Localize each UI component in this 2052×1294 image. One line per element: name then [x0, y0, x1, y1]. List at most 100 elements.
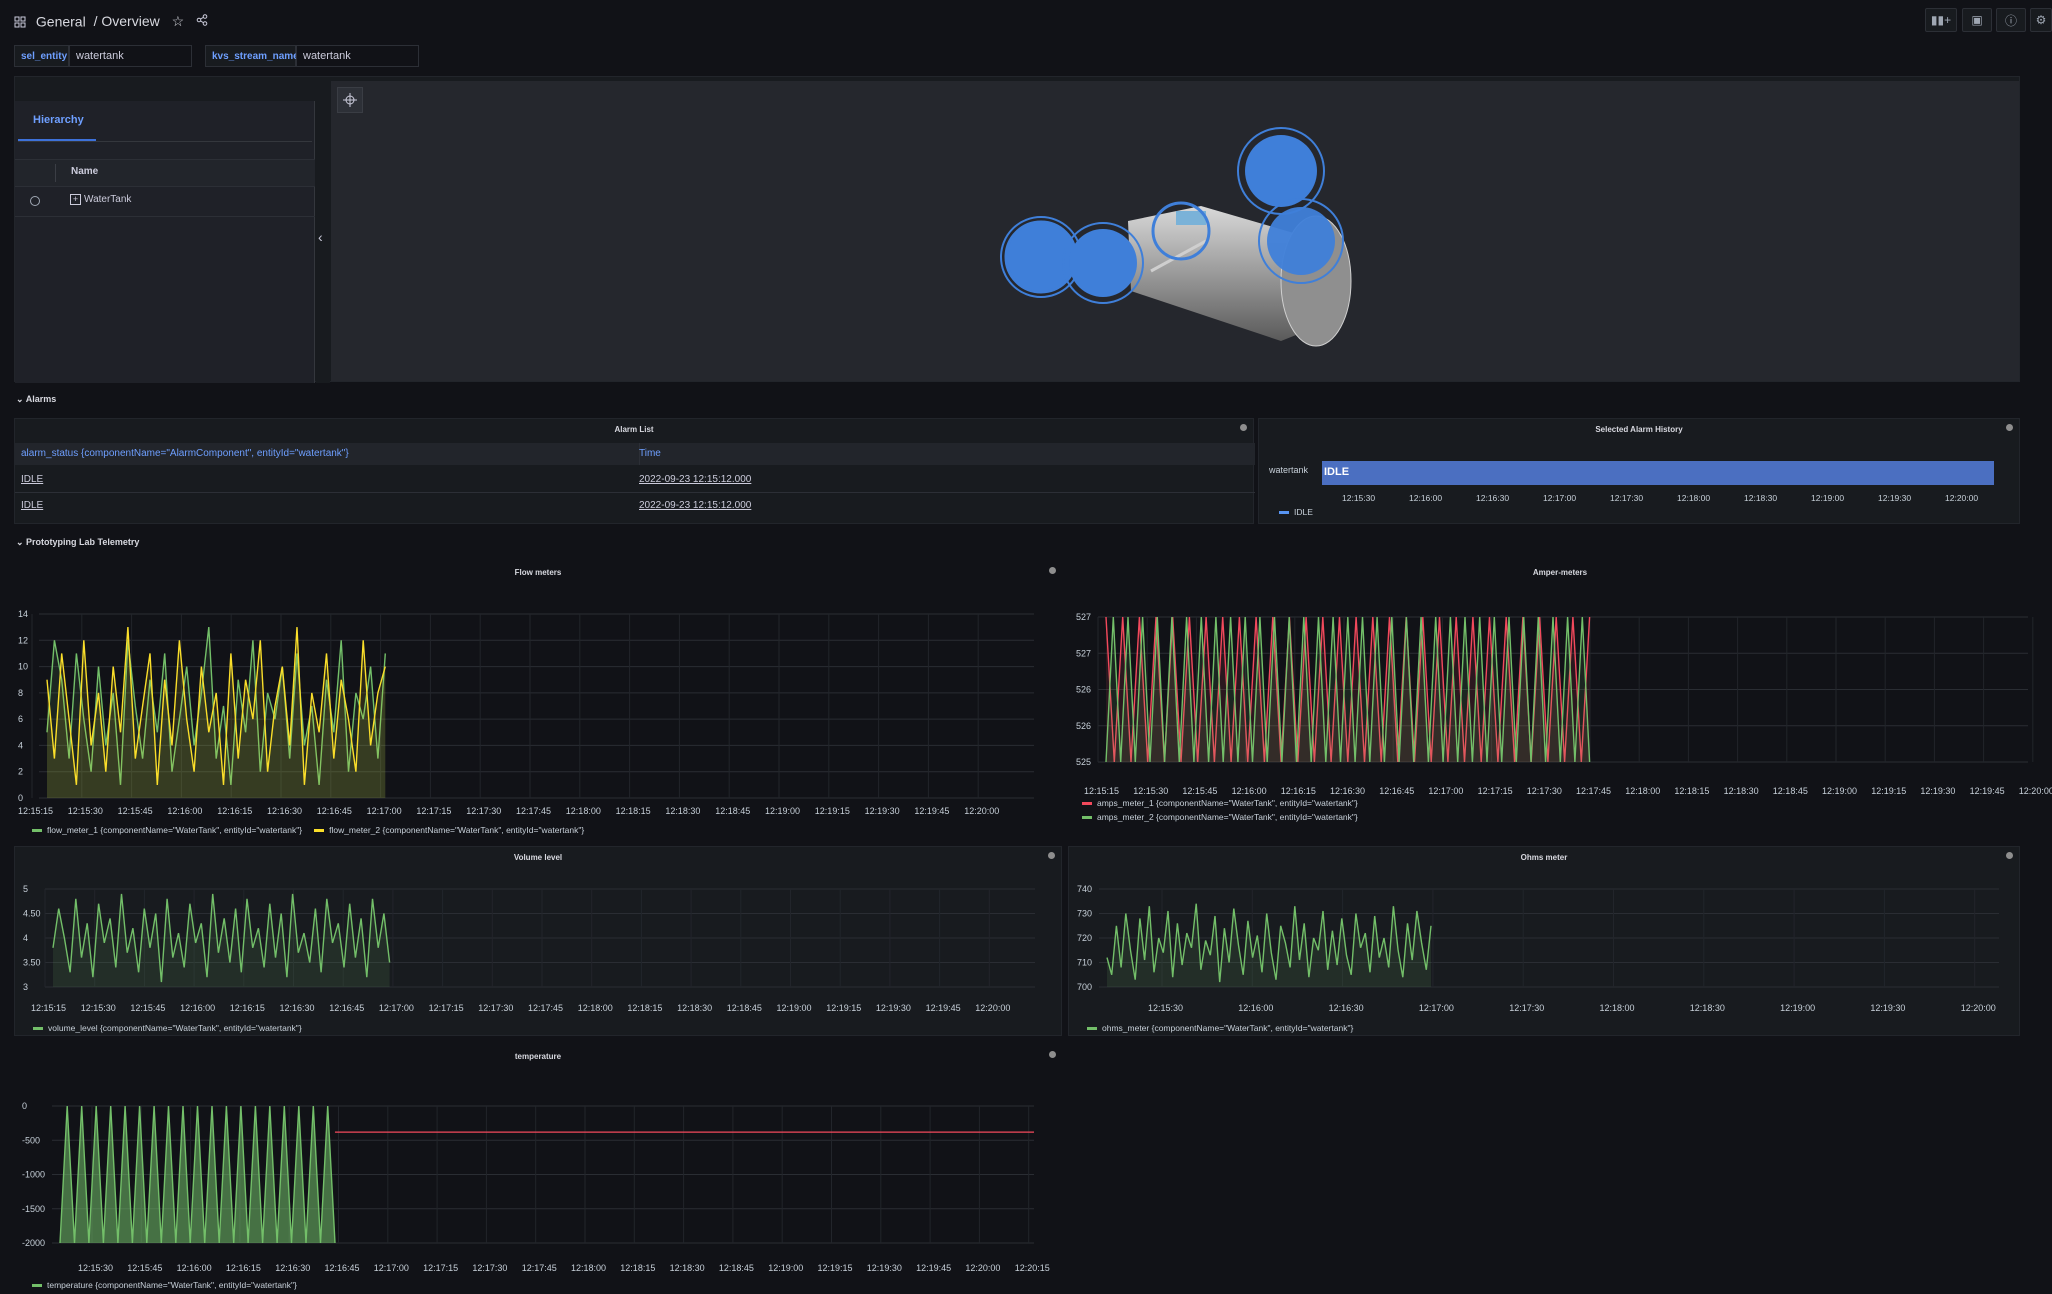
y-tick-label: 8 [18, 688, 23, 698]
add-panel-icon[interactable]: ▮▮+ [1925, 8, 1957, 32]
x-tick-label: 12:18:30 [677, 1003, 712, 1013]
legend-item[interactable]: amps_meter_2 {componentName="WaterTank",… [1082, 812, 2040, 822]
x-tick-label: 12:16:45 [317, 806, 352, 816]
hierarchy-header-row: Name [15, 159, 315, 187]
sel-entity-input[interactable]: watertank [69, 45, 192, 67]
legend-swatch [32, 1284, 42, 1288]
flow-meters-chart[interactable]: 0 2 4 6 8 10 12 14 12:15:15 12:15:30 12:15:45 12:16… [14, 562, 1062, 817]
x-tick-label: 12:15:30 [68, 806, 103, 816]
select-radio[interactable] [30, 196, 40, 206]
scene-viewport[interactable] [331, 81, 2019, 381]
save-icon[interactable]: ▣ [1962, 8, 1992, 32]
y-tick-label: 730 [1077, 909, 1092, 919]
panel-menu-icon[interactable] [1240, 424, 1247, 431]
x-tick-label: 12:15:15 [18, 806, 53, 816]
amper-meters-panel: Amper-meters 525 526 526 527 527 12:15:15 12:1… [1068, 562, 2052, 840]
legend-swatch [1082, 802, 1092, 806]
volume-level-panel: Volume level 3 3.50 4 4.50 5 12:15:15 12:15:30… [14, 846, 1062, 1036]
x-tick-label: 12:15:15 [1084, 786, 1119, 796]
y-tick-label: 4.50 [23, 909, 41, 919]
alarm-status-link[interactable]: IDLE [21, 474, 43, 485]
alarm-time-link[interactable]: 2022-09-23 12:15:12.000 [639, 500, 751, 511]
x-tick-label: 12:15:30 [78, 1263, 113, 1273]
x-tick-label: 12:17:00 [367, 806, 402, 816]
x-tick-label: 12:18:45 [1773, 786, 1808, 796]
alarm-table-header: alarm_status {componentName="AlarmCompon… [15, 443, 1255, 465]
ohms-meter-panel: Ohms meter 700 710 720 730 740 12:15:30 12:16:… [1068, 846, 2020, 1036]
star-icon[interactable]: ☆ [172, 13, 185, 29]
state-timeline-bar[interactable]: IDLE [1322, 461, 1994, 485]
tab-hierarchy[interactable]: Hierarchy [18, 101, 96, 141]
ohms-meter-chart[interactable]: 700 710 720 730 740 12:15:30 12:16:00 12:16:30 1… [1069, 847, 2021, 1017]
y-tick-label: 527 [1076, 648, 1091, 658]
x-tick-label: 12:20:00 [1961, 1003, 1996, 1013]
name-column-header: Name [71, 166, 99, 177]
y-tick-label: 740 [1077, 884, 1092, 894]
x-tick-label: 12:16:15 [1281, 786, 1316, 796]
y-tick-label: 4 [18, 740, 23, 750]
legend-item[interactable]: temperature {componentName="WaterTank", … [32, 1280, 297, 1290]
x-tick-label: 12:17:00 [1543, 493, 1577, 503]
hierarchy-pane: Hierarchy Name + WaterTank [15, 101, 315, 383]
y-tick-label: -500 [22, 1135, 40, 1145]
x-tick-label: 12:20:00 [975, 1003, 1010, 1013]
legend-item[interactable]: volume_level {componentName="WaterTank",… [33, 1023, 302, 1033]
y-tick-label: 4 [23, 933, 28, 943]
gear-icon[interactable]: ⚙ [2030, 8, 2052, 32]
alarm-status-link[interactable]: IDLE [21, 500, 43, 511]
legend-item[interactable]: ohms_meter {componentName="WaterTank", e… [1087, 1023, 1353, 1033]
volume-level-chart[interactable]: 3 3.50 4 4.50 5 12:15:15 12:15:30 12:15:45 12:16… [15, 847, 1063, 1017]
x-tick-label: 12:19:45 [1970, 786, 2005, 796]
x-tick-label: 12:16:45 [325, 1263, 360, 1273]
alarm-time-link[interactable]: 2022-09-23 12:15:12.000 [639, 474, 751, 485]
column-header-time[interactable]: Time [639, 448, 661, 459]
x-tick-label: 12:16:45 [329, 1003, 364, 1013]
kvs-stream-name-input[interactable]: watertank [296, 45, 419, 67]
x-tick-label: 12:17:15 [429, 1003, 464, 1013]
y-tick-label: 720 [1077, 933, 1092, 943]
column-header-alarm-status[interactable]: alarm_status {componentName="AlarmCompon… [21, 448, 349, 459]
x-tick-label: 12:19:45 [914, 806, 949, 816]
x-tick-label: 12:18:00 [1600, 1003, 1635, 1013]
legend-item[interactable]: IDLE [1279, 507, 1313, 517]
x-tick-label: 12:16:00 [180, 1003, 215, 1013]
x-tick-label: 12:18:00 [571, 1263, 606, 1273]
collapse-handle[interactable]: ‹ [316, 101, 330, 383]
y-tick-label: -1500 [22, 1204, 45, 1214]
row-toggle-alarms[interactable]: ⌄ Alarms [16, 394, 56, 405]
breadcrumb-folder[interactable]: General [36, 13, 86, 29]
hierarchy-row[interactable]: + WaterTank [15, 186, 315, 217]
share-icon[interactable] [196, 13, 208, 29]
y-tick-label: 2 [18, 767, 23, 777]
series-fill [47, 627, 386, 798]
legend-item[interactable]: flow_meter_1 {componentName="WaterTank",… [32, 825, 302, 835]
legend-label: temperature {componentName="WaterTank", … [47, 1280, 297, 1290]
state-timeline-x-axis: 12:15:30 12:16:00 12:16:30 12:17:00 12:17:30… [1322, 493, 1994, 505]
row-toggle-telemetry[interactable]: ⌄ Prototyping Lab Telemetry [16, 537, 139, 548]
x-tick-label: 12:16:00 [1232, 786, 1267, 796]
legend-item[interactable]: amps_meter_1 {componentName="WaterTank",… [1082, 798, 2040, 808]
x-tick-label: 12:18:45 [719, 1263, 754, 1273]
x-tick-label: 12:19:00 [765, 806, 800, 816]
x-tick-label: 12:17:45 [1576, 786, 1611, 796]
expand-icon[interactable]: + [70, 194, 81, 205]
temperature-chart[interactable]: -2000 -1500 -1000 -500 0 12:15:30 12:15:45 12:1… [14, 1046, 1062, 1274]
x-tick-label: 12:19:15 [818, 1263, 853, 1273]
x-tick-label: 12:16:15 [217, 806, 252, 816]
info-icon[interactable]: ⓘ [1996, 8, 2026, 32]
panel-menu-icon[interactable] [2006, 424, 2013, 431]
x-tick-label: 12:18:45 [715, 806, 750, 816]
x-tick-label: 12:15:45 [118, 806, 153, 816]
x-tick-label: 12:20:00 [2019, 786, 2052, 796]
dashboards-grid-icon[interactable] [14, 15, 26, 28]
legend-item[interactable]: flow_meter_2 {componentName="WaterTank",… [314, 825, 584, 835]
x-tick-label: 12:16:30 [267, 806, 302, 816]
chevron-left-icon[interactable]: ‹ [318, 229, 323, 245]
legend-swatch [314, 829, 325, 833]
chart-legend: amps_meter_1 {componentName="WaterTank",… [1082, 798, 2052, 826]
amper-meters-chart[interactable]: 525 526 526 527 527 12:15:15 12:15:30 12:15:45 1… [1068, 562, 2052, 802]
watertank-3d-model[interactable] [331, 81, 2019, 381]
y-tick-label: 14 [18, 609, 28, 619]
x-tick-label: 12:17:30 [1527, 786, 1562, 796]
legend-swatch [1279, 511, 1289, 515]
